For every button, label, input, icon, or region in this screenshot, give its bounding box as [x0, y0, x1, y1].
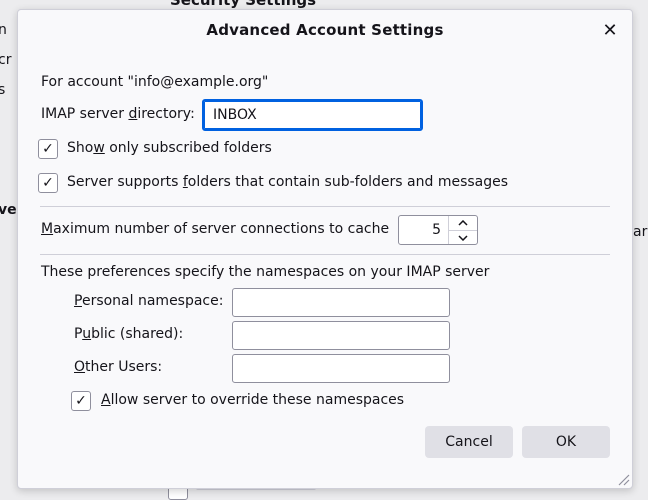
cancel-button[interactable]: Cancel — [425, 426, 513, 458]
allow-override-checkbox[interactable]: ✓ — [71, 391, 91, 411]
personal-namespace-input[interactable] — [232, 288, 450, 317]
separator — [40, 206, 610, 207]
namespaces-heading: These preferences specify the namespaces… — [41, 264, 490, 280]
resize-grip-icon[interactable] — [616, 472, 630, 486]
imap-directory-input[interactable] — [202, 99, 423, 131]
checkmark-icon: ✓ — [75, 393, 87, 409]
public-namespace-input[interactable] — [232, 321, 450, 350]
background-fragment: ar — [633, 224, 648, 240]
account-line: For account "info@example.org" — [41, 74, 269, 90]
dialog-title: Advanced Account Settings — [206, 21, 444, 39]
background-fragment: s — [0, 82, 6, 98]
close-icon: ✕ — [602, 19, 618, 41]
checkmark-icon: ✓ — [42, 141, 54, 157]
spinner-buttons — [448, 216, 477, 244]
decrement-button[interactable] — [449, 230, 477, 245]
show-subscribed-checkbox[interactable]: ✓ — [38, 139, 58, 159]
background-fragment: cr — [0, 52, 12, 68]
separator — [40, 254, 610, 255]
subfolders-checkbox[interactable]: ✓ — [38, 173, 58, 193]
chevron-down-icon — [458, 235, 468, 241]
close-button[interactable]: ✕ — [598, 18, 622, 42]
ok-button[interactable]: OK — [522, 426, 610, 458]
max-connections-label: Maximum number of server connections to … — [41, 221, 390, 237]
personal-namespace-label: Personal namespace: — [74, 293, 224, 309]
other-users-input[interactable] — [232, 354, 450, 383]
max-connections-spinner[interactable]: 5 — [398, 215, 478, 245]
max-connections-value: 5 — [432, 222, 441, 238]
advanced-account-settings-dialog: Advanced Account Settings ✕ For account … — [17, 9, 633, 489]
subfolders-label[interactable]: Server supports folders that contain sub… — [67, 174, 508, 190]
background-fragment: n — [0, 22, 7, 38]
chevron-up-icon — [458, 220, 468, 226]
background-fragment: ve — [0, 202, 17, 218]
public-namespace-label: Public (shared): — [74, 326, 184, 342]
imap-directory-label: IMAP server directory: — [41, 106, 195, 122]
show-subscribed-label[interactable]: Show only subscribed folders — [67, 140, 272, 156]
background-window-title: Security Settings — [170, 0, 317, 9]
increment-button[interactable] — [449, 216, 477, 230]
checkmark-icon: ✓ — [42, 175, 54, 191]
dialog-titlebar: Advanced Account Settings ✕ — [18, 10, 632, 50]
allow-override-label[interactable]: Allow server to override these namespace… — [101, 392, 404, 408]
other-users-label: Other Users: — [74, 359, 163, 375]
